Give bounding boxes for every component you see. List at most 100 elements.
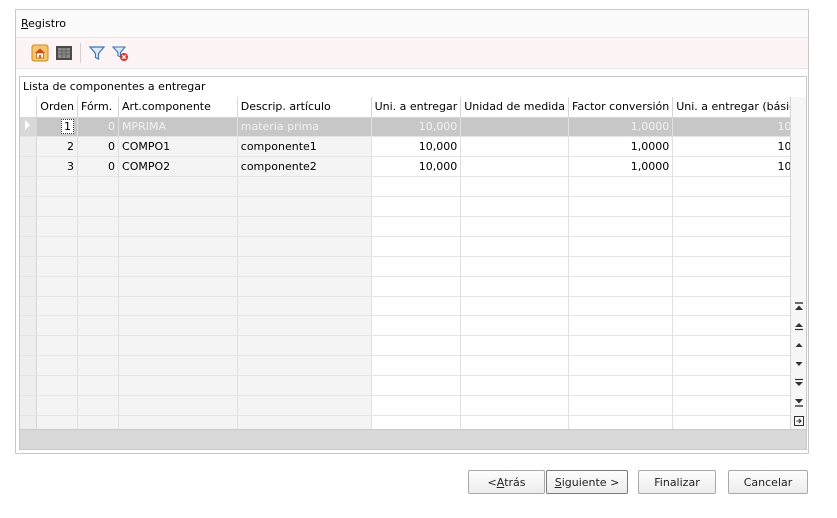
empty-cell	[77, 395, 120, 416]
clear-filter-icon[interactable]	[109, 42, 131, 64]
empty-cell	[672, 236, 806, 257]
empty-cell	[371, 196, 462, 217]
previous-record-icon[interactable]	[792, 337, 806, 353]
empty-cell	[460, 375, 569, 396]
empty-cell	[371, 375, 462, 396]
table-row[interactable]: 3 0 COMPO2 componente2 10,000 1,0000 10,…	[20, 156, 806, 178]
cell-uni-entregar-basica[interactable]: 10,0	[672, 156, 806, 178]
empty-cell	[672, 256, 806, 277]
cell-orden[interactable]: 1	[36, 117, 79, 138]
cell-art-componente[interactable]: MPRIMA	[118, 117, 238, 138]
empty-table-row	[20, 176, 806, 198]
table-row[interactable]: 2 0 COMPO1 componente1 10,000 1,0000 10,…	[20, 136, 806, 158]
grid-icon[interactable]	[53, 42, 75, 64]
empty-cell	[36, 216, 79, 237]
next-page-icon[interactable]	[792, 375, 806, 391]
cell-factor-conversion[interactable]: 1,0000	[568, 117, 674, 138]
empty-cell	[371, 176, 462, 198]
last-record-icon[interactable]	[792, 394, 806, 410]
empty-cell	[36, 236, 79, 257]
empty-cell	[568, 276, 674, 297]
empty-cell	[460, 196, 569, 217]
cell-art-componente[interactable]: COMPO1	[118, 136, 238, 158]
empty-cell	[568, 216, 674, 237]
row-indicator[interactable]	[20, 156, 38, 178]
empty-cell	[672, 395, 806, 416]
cell-uni-entregar-basica[interactable]: 10,0	[672, 136, 806, 158]
empty-cell	[20, 375, 38, 396]
finish-button[interactable]: Finalizar	[638, 470, 716, 494]
empty-cell	[237, 196, 372, 217]
empty-cell	[20, 296, 38, 317]
column-header-uni-entregar-basica[interactable]: Uni. a entregar (básica	[672, 97, 806, 118]
empty-cell	[672, 315, 806, 337]
filter-icon[interactable]	[86, 42, 108, 64]
empty-cell	[568, 256, 674, 277]
cell-uni-entregar[interactable]: 10,000	[371, 136, 462, 158]
cell-descripcion[interactable]: componente2	[237, 156, 372, 178]
empty-table-row	[20, 236, 806, 257]
cell-uni-entregar-basica[interactable]: 10,0	[672, 117, 806, 138]
cell-unidad-medida[interactable]	[460, 136, 569, 158]
empty-cell	[371, 315, 462, 337]
empty-cell	[237, 315, 372, 337]
cell-factor-conversion[interactable]: 1,0000	[568, 136, 674, 158]
first-record-icon[interactable]	[792, 299, 806, 315]
cell-descripcion[interactable]: materia prima	[237, 117, 372, 138]
empty-cell	[568, 395, 674, 416]
next-button[interactable]: Siguiente >	[546, 470, 628, 494]
empty-cell	[118, 355, 238, 377]
row-indicator[interactable]	[20, 117, 38, 138]
empty-cell	[460, 276, 569, 297]
row-indicator[interactable]	[20, 136, 38, 158]
cell-art-componente[interactable]: COMPO2	[118, 156, 238, 178]
column-header-factor-conversion[interactable]: Factor conversión	[568, 97, 674, 118]
components-panel: Lista de componentes a entregar Orden Fó…	[19, 76, 807, 450]
cell-formula[interactable]: 0	[77, 136, 120, 158]
column-header-unidad-medida[interactable]: Unidad de medida	[460, 97, 569, 118]
empty-cell	[20, 355, 38, 377]
home-icon[interactable]	[29, 42, 51, 64]
empty-cell	[371, 236, 462, 257]
cell-descripcion[interactable]: componente1	[237, 136, 372, 158]
cell-unidad-medida[interactable]	[460, 156, 569, 178]
cell-unidad-medida[interactable]	[460, 117, 569, 138]
empty-cell	[118, 296, 238, 317]
grid-header-row: Orden Fórm. Art.componente Descrip. artí…	[20, 97, 806, 118]
cell-orden[interactable]: 3	[36, 156, 79, 178]
column-header-descripcion[interactable]: Descrip. artículo	[237, 97, 372, 118]
table-row[interactable]: 1 0 MPRIMA materia prima 10,000 1,0000 1…	[20, 117, 806, 138]
next-button-mnemonic: S	[554, 475, 562, 489]
back-button[interactable]: < Atrás	[468, 470, 545, 494]
empty-cell	[77, 355, 120, 377]
empty-cell	[36, 395, 79, 416]
column-header-orden[interactable]: Orden	[36, 97, 79, 118]
empty-table-row	[20, 375, 806, 396]
cancel-button[interactable]: Cancelar	[728, 470, 808, 494]
empty-cell	[36, 335, 79, 357]
empty-cell	[20, 196, 38, 217]
column-header-uni-entregar[interactable]: Uni. a entregar	[371, 97, 462, 118]
cell-formula[interactable]: 0	[77, 156, 120, 178]
next-record-icon[interactable]	[792, 356, 806, 372]
cell-formula[interactable]: 0	[77, 117, 120, 138]
column-header-formula[interactable]: Fórm.	[77, 97, 120, 118]
empty-cell	[371, 355, 462, 377]
cell-uni-entregar[interactable]: 10,000	[371, 156, 462, 178]
cell-orden[interactable]: 2	[36, 136, 79, 158]
grid-footer	[20, 429, 806, 449]
menu-registro[interactable]: Registro	[21, 17, 66, 30]
cell-uni-entregar[interactable]: 10,000	[371, 117, 462, 138]
components-grid: Orden Fórm. Art.componente Descrip. artí…	[20, 97, 806, 436]
empty-cell	[36, 196, 79, 217]
export-icon[interactable]	[792, 413, 806, 429]
column-header-art-componente[interactable]: Art.componente	[118, 97, 238, 118]
empty-cell	[36, 315, 79, 337]
empty-table-row	[20, 315, 806, 337]
empty-cell	[36, 355, 79, 377]
empty-cell	[118, 256, 238, 277]
empty-cell	[568, 375, 674, 396]
previous-page-icon[interactable]	[792, 318, 806, 334]
cell-factor-conversion[interactable]: 1,0000	[568, 156, 674, 178]
empty-cell	[77, 196, 120, 217]
